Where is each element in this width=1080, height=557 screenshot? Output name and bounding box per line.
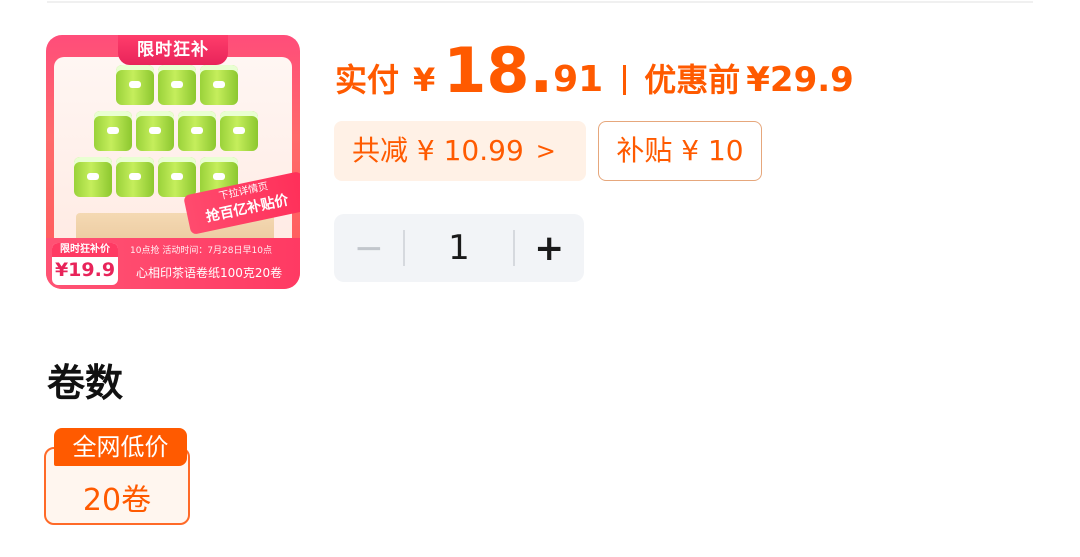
roll-image: [116, 157, 154, 197]
thumbnail-price-label: 限时狂补价: [52, 243, 118, 257]
quantity-value[interactable]: 1: [405, 228, 512, 268]
original-price-label: 优惠前: [644, 61, 741, 99]
chevron-right-icon: >: [535, 137, 556, 165]
product-thumbnail[interactable]: 限时狂补 下拉详情页 抢百亿补贴价 10点抢 活动时间：7月28日早10点 限时…: [46, 35, 300, 289]
thumbnail-price-box: 限时狂补价 ¥19.9: [52, 243, 118, 285]
roll-image: [74, 157, 112, 197]
roll-image: [158, 65, 196, 105]
roll-image: [94, 111, 132, 151]
roll-image: [178, 111, 216, 151]
thumbnail-badge: 限时狂补: [118, 35, 228, 65]
thumbnail-price-value: ¥19.9: [54, 259, 116, 281]
original-price: ¥29.9: [746, 60, 854, 100]
spec-option-value: 20卷: [82, 483, 152, 518]
paid-price-integer: 18.: [443, 34, 554, 107]
total-reduction-tag[interactable]: 共减 ¥ 10.99 >: [334, 121, 586, 181]
roll-image: [220, 111, 258, 151]
top-divider: [47, 1, 1033, 3]
price-separator: [623, 65, 627, 95]
lowest-price-badge: 全网低价: [54, 428, 187, 466]
paid-label: 实付: [335, 61, 400, 99]
price-row: 实付 ¥ 18. 91 优惠前 ¥29.9: [335, 36, 854, 102]
increase-quantity-button[interactable]: +: [515, 214, 584, 282]
roll-image: [200, 65, 238, 105]
thumbnail-product-name: 心相印茶语卷纸100克20卷: [136, 266, 283, 280]
total-reduction-text: 共减 ¥ 10.99: [352, 134, 524, 167]
roll-image: [136, 111, 174, 151]
spec-title: 卷数: [47, 361, 124, 405]
subsidy-tag: 补贴 ¥ 10: [598, 121, 762, 181]
quantity-stepper: − 1 +: [334, 214, 584, 282]
currency-symbol: ¥: [413, 61, 436, 99]
roll-image: [116, 65, 154, 105]
decrease-quantity-button[interactable]: −: [334, 214, 403, 282]
roll-image: [158, 157, 196, 197]
paid-price-decimal: 91: [553, 59, 604, 100]
thumbnail-event-time: 10点抢 活动时间：7月28日早10点: [130, 246, 272, 256]
